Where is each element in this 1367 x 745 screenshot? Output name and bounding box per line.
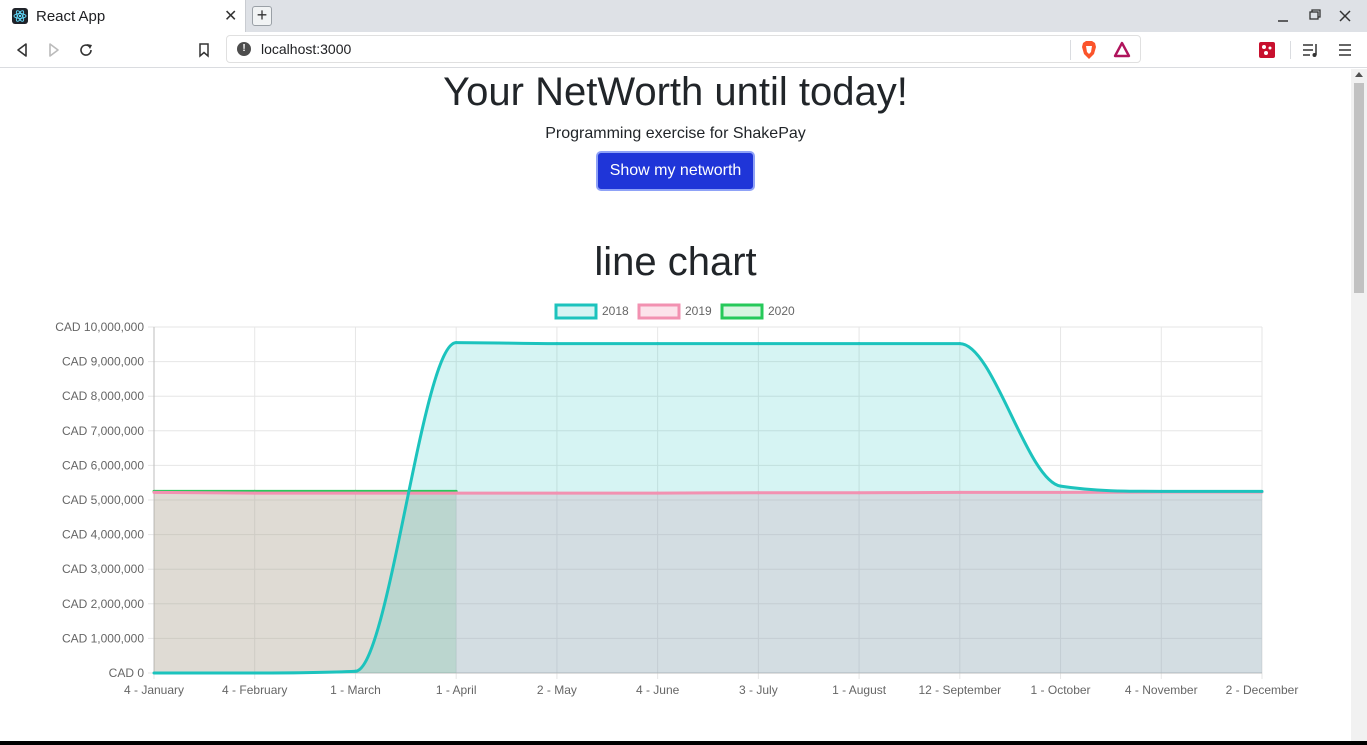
data-point-2018[interactable] [152, 671, 156, 675]
data-point-2018[interactable] [656, 342, 660, 346]
x-tick-label: 1 - April [436, 683, 477, 697]
series-line-2019 [153, 490, 1262, 495]
legend-item-2018[interactable]: 2018 [554, 303, 629, 320]
x-tick-label: 1 - October [1031, 683, 1091, 697]
legend-label[interactable]: 2020 [768, 304, 795, 318]
menu-icon[interactable] [1336, 41, 1354, 59]
new-tab-button[interactable]: + [252, 6, 272, 26]
y-tick-label: CAD 8,000,000 [62, 389, 144, 403]
brave-shield-icon[interactable] [1080, 40, 1098, 60]
scrollbar-thumb[interactable] [1354, 83, 1364, 293]
legend-label[interactable]: 2019 [685, 304, 712, 318]
data-point-2019[interactable] [1059, 490, 1063, 494]
data-point-2018[interactable] [253, 671, 257, 675]
data-point-2018[interactable] [555, 342, 559, 346]
x-tick-label: 4 - February [222, 683, 287, 697]
page-content: Your NetWorth until today! Programming e… [0, 69, 1351, 741]
y-tick-label: CAD 4,000,000 [62, 528, 144, 542]
url-text[interactable]: localhost:3000 [261, 41, 351, 57]
data-point-2019[interactable] [253, 491, 257, 495]
forward-icon[interactable] [45, 41, 63, 59]
playlist-icon[interactable] [1302, 41, 1320, 59]
data-point-2018[interactable] [353, 669, 357, 673]
restore-icon[interactable] [1309, 6, 1321, 26]
y-tick-label: CAD 2,000,000 [62, 597, 144, 611]
data-point-2018[interactable] [1260, 489, 1264, 493]
y-tick-label: CAD 3,000,000 [62, 562, 144, 576]
data-point-2019[interactable] [857, 491, 861, 495]
data-point-2019[interactable] [454, 491, 458, 495]
bookmark-icon[interactable] [195, 41, 213, 59]
divider [1290, 41, 1291, 59]
x-tick-label: 1 - March [330, 683, 381, 697]
legend-item-2020[interactable]: 2020 [720, 303, 795, 320]
data-point-2019[interactable] [958, 490, 962, 494]
data-point-2018[interactable] [1059, 484, 1063, 488]
data-point-2018[interactable] [454, 341, 458, 345]
minimize-icon[interactable] [1277, 6, 1289, 26]
x-tick-label: 4 - June [636, 683, 680, 697]
data-point-2019[interactable] [756, 491, 760, 495]
address-bar[interactable]: ! localhost:3000 [226, 35, 1141, 63]
legend-swatch[interactable] [720, 303, 764, 320]
react-logo-icon [12, 8, 28, 24]
chart-legend[interactable]: 2018 2019 2020 [554, 303, 795, 320]
x-tick-label: 2 - May [537, 683, 577, 697]
x-tick-label: 3 - July [739, 683, 778, 697]
reload-icon[interactable] [77, 41, 95, 59]
legend-swatch[interactable] [637, 303, 681, 320]
close-tab-icon[interactable]: ✕ [224, 6, 237, 26]
y-tick-label: CAD 7,000,000 [62, 424, 144, 438]
legend-label[interactable]: 2018 [602, 304, 629, 318]
legend-swatch[interactable] [554, 303, 598, 320]
x-tick-label: 12 - September [918, 683, 1001, 697]
data-point-2019[interactable] [555, 491, 559, 495]
close-window-icon[interactable] [1339, 6, 1351, 26]
y-tick-label: CAD 1,000,000 [62, 631, 144, 645]
back-icon[interactable] [13, 41, 31, 59]
line-chart: CAD 0 CAD 1,000,000 CAD 2,000,000 CAD 3,000… [55, 303, 1298, 697]
data-point-2018[interactable] [1159, 489, 1163, 493]
extension-icon[interactable] [1258, 41, 1276, 59]
y-axis-ticks: CAD 0 CAD 1,000,000 CAD 2,000,000 CAD 3,000… [55, 320, 144, 680]
data-point-2019[interactable] [353, 491, 357, 495]
data-point-2019[interactable] [152, 490, 156, 494]
y-tick-label: CAD 9,000,000 [62, 355, 144, 369]
y-tick-label: CAD 6,000,000 [62, 458, 144, 472]
chart-areas [154, 342, 1262, 673]
tab-bar: React App ✕ + [0, 0, 1367, 32]
window-bottom-edge [0, 741, 1367, 745]
browser-tab[interactable]: React App ✕ [0, 0, 246, 32]
brave-rewards-icon[interactable] [1113, 41, 1131, 59]
data-point-2018[interactable] [958, 342, 962, 346]
vertical-scrollbar[interactable] [1351, 69, 1367, 741]
legend-item-2019[interactable]: 2019 [637, 303, 712, 320]
data-point-2018[interactable] [756, 342, 760, 346]
x-tick-label: 1 - August [832, 683, 887, 697]
y-tick-label: CAD 0 [109, 666, 145, 680]
x-tick-label: 2 - December [1226, 683, 1299, 697]
y-tick-label: CAD 10,000,000 [55, 320, 144, 334]
browser-toolbar: ! localhost:3000 [0, 32, 1367, 68]
x-axis-ticks: 4 - January 4 - February 1 - March 1 - Apri… [124, 683, 1298, 697]
y-tick-label: CAD 5,000,000 [62, 493, 144, 507]
tab-title: React App [36, 8, 106, 25]
scroll-up-icon[interactable] [1355, 72, 1363, 77]
site-info-icon[interactable]: ! [237, 42, 251, 56]
data-point-2019[interactable] [656, 491, 660, 495]
x-tick-label: 4 - January [124, 683, 184, 697]
divider [1070, 40, 1071, 60]
data-point-2018[interactable] [857, 342, 861, 346]
x-tick-label: 4 - November [1125, 683, 1198, 697]
